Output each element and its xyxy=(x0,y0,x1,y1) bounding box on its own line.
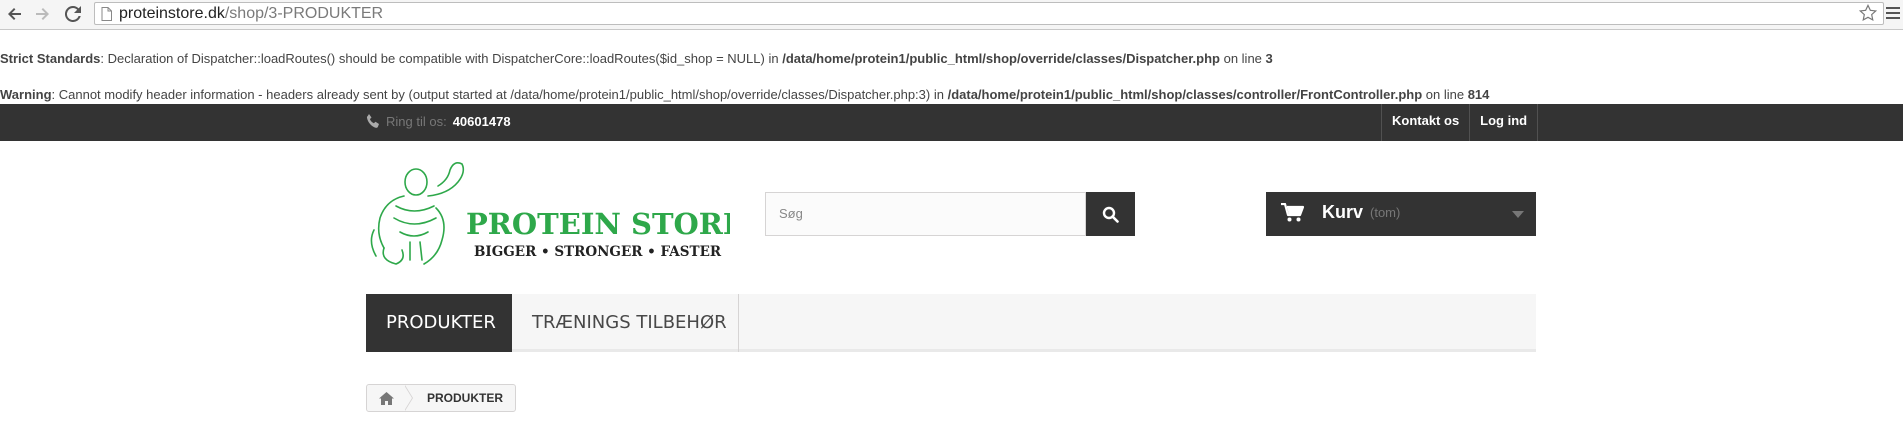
back-button[interactable] xyxy=(4,3,26,25)
forward-arrow-icon xyxy=(36,8,49,20)
browser-menu-icon[interactable] xyxy=(1885,5,1901,26)
cart-icon xyxy=(1281,203,1304,222)
menu-item-produkter[interactable]: PRODUKTER xyxy=(366,294,512,352)
top-nav-bar: Ring til os: 40601478 Kontakt os Log ind xyxy=(0,104,1903,141)
back-arrow-icon xyxy=(8,8,21,20)
phone-icon xyxy=(366,114,379,128)
url-text: proteinstore.dk/shop/3-PRODUKTER xyxy=(119,5,384,22)
bodybuilder-logo-icon: PROTEIN STORE BIGGER • STRONGER • FASTER xyxy=(370,162,745,265)
home-icon xyxy=(378,391,394,405)
cart-label: Kurv xyxy=(1322,202,1364,222)
page-icon xyxy=(101,7,112,26)
search-button[interactable] xyxy=(1086,192,1135,236)
contact-link[interactable]: Kontakt os xyxy=(1382,104,1471,141)
address-bar[interactable]: proteinstore.dk/shop/3-PRODUKTER xyxy=(94,2,1884,25)
cart-button[interactable]: Kurv (tom) xyxy=(1266,192,1536,236)
svg-text:BIGGER • STRONGER • FASTER: BIGGER • STRONGER • FASTER xyxy=(474,244,722,260)
php-warning-strict: Strict Standards: Declaration of Dispatc… xyxy=(0,51,1273,66)
top-links: Kontakt os Log ind xyxy=(1381,104,1539,141)
main-menu: PRODUKTER TRÆNINGS TILBEHØR xyxy=(366,294,1536,352)
phone-label: Ring til os: xyxy=(386,113,447,129)
search-icon xyxy=(1102,206,1119,223)
breadcrumb-current: PRODUKTER xyxy=(427,391,504,405)
breadcrumb-separator xyxy=(404,385,413,411)
cart-status: (tom) xyxy=(1370,205,1401,220)
breadcrumb: PRODUKTER xyxy=(366,384,517,412)
menu-item-traenings-tilbehor[interactable]: TRÆNINGS TILBEHØR xyxy=(512,294,739,352)
forward-button[interactable] xyxy=(31,3,53,25)
svg-text:PROTEIN STORE: PROTEIN STORE xyxy=(466,207,730,241)
caret-down-icon xyxy=(1512,211,1524,218)
search-input[interactable]: Søg xyxy=(765,192,1086,236)
bookmark-star-icon[interactable] xyxy=(1858,3,1878,27)
store-logo[interactable]: PROTEIN STORE BIGGER • STRONGER • FASTER xyxy=(366,160,745,275)
reload-button[interactable] xyxy=(62,3,84,25)
login-link[interactable]: Log ind xyxy=(1470,104,1539,141)
phone-contact: Ring til os: 40601478 xyxy=(366,113,511,129)
reload-icon xyxy=(65,6,81,22)
php-warning-header: Warning: Cannot modify header informatio… xyxy=(0,87,1490,102)
breadcrumb-home[interactable] xyxy=(367,385,405,411)
phone-number[interactable]: 40601478 xyxy=(453,114,511,129)
browser-toolbar: proteinstore.dk/shop/3-PRODUKTER xyxy=(0,0,1903,30)
